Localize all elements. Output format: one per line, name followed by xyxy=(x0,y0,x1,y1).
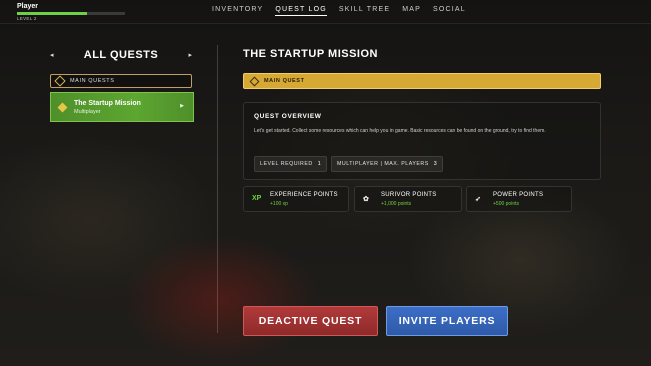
level-required-pill: LEVEL REQUIRED 1 xyxy=(254,156,328,172)
top-navigation: INVENTORY QUEST LOG SKILL TREE MAP SOCIA… xyxy=(212,6,478,16)
overview-description: Let's get started. Collect some resource… xyxy=(254,128,546,134)
prev-category-arrow-icon[interactable]: ◂ xyxy=(50,51,54,59)
quest-type-tag: MAIN QUEST xyxy=(243,73,601,89)
level-required-value: 1 xyxy=(317,161,322,167)
quest-list-header: ◂ ALL QUESTS ▸ xyxy=(50,48,192,62)
max-players-label: MULTIPLAYER | MAX. PLAYERS xyxy=(337,161,429,167)
level-required-label: LEVEL REQUIRED xyxy=(260,161,313,167)
next-category-arrow-icon[interactable]: ▸ xyxy=(188,51,192,59)
tab-social[interactable]: SOCIAL xyxy=(433,6,466,16)
survivor-icon: ✿ xyxy=(363,196,369,203)
panel-divider xyxy=(217,45,218,333)
reward-power: ➶ POWER POINTS +500 points xyxy=(466,186,572,212)
play-arrow-icon: ▶ xyxy=(180,103,184,109)
quest-marker-icon xyxy=(57,102,68,112)
player-name: Player xyxy=(17,3,38,10)
reward-amount: +1,000 points xyxy=(381,201,412,207)
quest-diamond-icon xyxy=(249,76,260,86)
category-label: MAIN QUESTS xyxy=(70,78,115,84)
quest-overview-panel: QUEST OVERVIEW Let's get started. Collec… xyxy=(243,102,601,180)
quest-item-type: Multiplayer xyxy=(74,108,101,115)
reward-title: SURIVOR POINTS xyxy=(381,192,437,198)
quest-list-title: ALL QUESTS xyxy=(83,49,159,61)
reward-title: POWER POINTS xyxy=(493,192,544,198)
tab-quest-log[interactable]: QUEST LOG xyxy=(275,6,327,16)
quest-title: THE STARTUP MISSION xyxy=(243,48,378,60)
reward-amount: +500 points xyxy=(493,201,519,207)
deactivate-quest-button[interactable]: DEACTIVE QUEST xyxy=(243,306,378,336)
quest-list-item[interactable]: The Startup Mission Multiplayer ▶ xyxy=(50,92,194,122)
xp-bar xyxy=(17,12,125,15)
reward-amount: +100 xp xyxy=(270,201,288,207)
tab-inventory[interactable]: INVENTORY xyxy=(212,6,263,16)
player-name-text: Player xyxy=(17,3,39,10)
xp-bar-fill xyxy=(17,12,88,15)
tab-skill-tree[interactable]: SKILL TREE xyxy=(339,6,390,16)
power-icon: ➶ xyxy=(475,196,481,203)
reward-title: EXPERIENCE POINTS xyxy=(270,192,338,198)
tab-map[interactable]: MAP xyxy=(402,6,421,16)
reward-experience: XP EXPERIENCE POINTS +100 xp xyxy=(243,186,349,212)
overview-heading: QUEST OVERVIEW xyxy=(254,113,322,120)
invite-players-button[interactable]: INVITE PLAYERS xyxy=(386,306,508,336)
quest-diamond-icon xyxy=(54,75,66,87)
player-level: LEVEL 2 xyxy=(17,16,37,21)
max-players-value: 3 xyxy=(433,161,438,167)
max-players-pill: MULTIPLAYER | MAX. PLAYERS 3 xyxy=(331,156,444,172)
quest-type-label: MAIN QUEST xyxy=(264,78,305,84)
reward-survivor: ✿ SURIVOR POINTS +1,000 points xyxy=(354,186,462,212)
xp-icon: XP xyxy=(252,195,262,202)
top-divider xyxy=(0,23,651,24)
category-main-quests[interactable]: MAIN QUESTS xyxy=(50,74,192,88)
quest-item-name: The Startup Mission xyxy=(74,99,141,107)
